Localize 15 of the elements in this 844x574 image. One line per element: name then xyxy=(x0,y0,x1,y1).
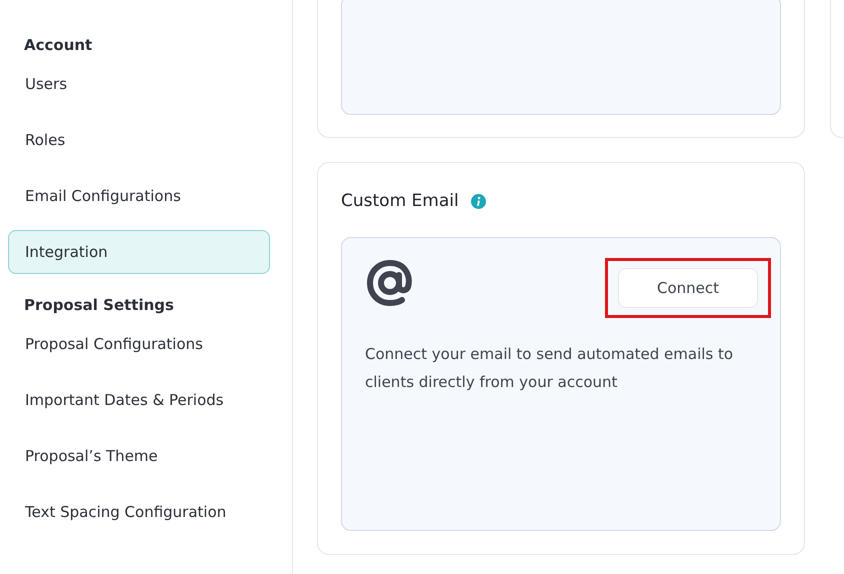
sidebar-item[interactable]: Email Configurations xyxy=(8,174,270,218)
sidebar-item[interactable]: Text Spacing Configuration xyxy=(8,490,270,534)
connect-button[interactable]: Connect xyxy=(618,268,758,308)
sidebar-heading: Account xyxy=(23,35,94,56)
sidebar-item[interactable]: Roles xyxy=(8,118,270,162)
sidebar-item[interactable]: Important Dates & Periods xyxy=(8,378,270,422)
sidebar-item[interactable]: Proposal Configurations xyxy=(8,322,270,366)
info-icon[interactable] xyxy=(470,194,486,208)
card-title: Custom Email xyxy=(341,191,459,211)
sidebar-item[interactable]: Integration xyxy=(8,230,270,274)
sidebar-item[interactable]: Users xyxy=(8,62,270,106)
at-sign-icon xyxy=(365,258,415,308)
sidebar-item[interactable]: Proposal’s Theme xyxy=(8,434,270,478)
card-description: Connect your email to send automated emails to clients directly from your account xyxy=(365,344,734,393)
sidebar-heading: Proposal Settings xyxy=(23,295,175,316)
